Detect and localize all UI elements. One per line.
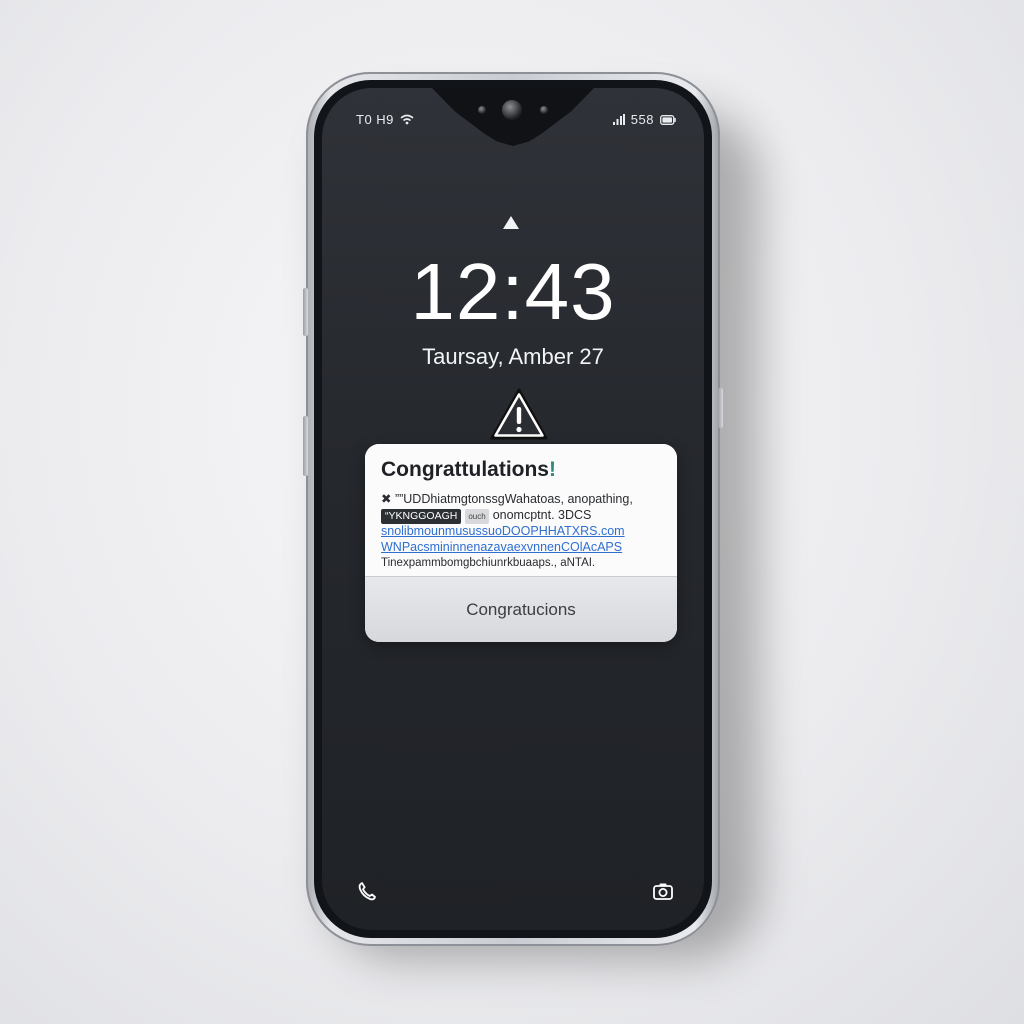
lock-icon	[503, 216, 519, 229]
sensor-right-icon	[540, 106, 548, 114]
notification-link-2[interactable]: WNPacsmininnenazavaexvnnenCOlAcAPS	[381, 540, 659, 555]
lock-screen: T0 H9 558 12:43 Taursay, Amber 27 Congra…	[322, 88, 704, 930]
notification-line-2: “YKNGGOAGH ouch onomcptnt. 3DCS	[381, 508, 659, 524]
power-button[interactable]	[718, 388, 723, 428]
notification-title: Congrattulations!	[381, 458, 556, 482]
signal-icon	[612, 114, 625, 125]
warning-triangle-icon	[490, 388, 548, 440]
notification-line-2-text: onomcptnt. 3DCS	[492, 508, 592, 522]
notification-title-exclamation: !	[549, 458, 556, 481]
status-left: T0 H9	[356, 112, 414, 127]
notification-action-button[interactable]: Congratucions	[365, 576, 677, 642]
notification-card[interactable]: Congrattulations! ✖ ””UDDhiatmgtonssgWah…	[365, 444, 677, 642]
volume-up-button[interactable]	[303, 288, 308, 336]
wifi-icon	[400, 114, 414, 125]
battery-icon	[660, 114, 676, 125]
camera-icon[interactable]	[652, 880, 674, 902]
notification-tag-small: ouch	[465, 509, 489, 524]
notification-link-1[interactable]: snolibmounmusussuoDOOPHHATXRS.com	[381, 524, 659, 539]
phone-bezel: T0 H9 558 12:43 Taursay, Amber 27 Congra…	[314, 80, 712, 938]
camera-notch	[432, 88, 594, 146]
notification-title-text: Congrattulations	[381, 458, 549, 481]
battery-level-text: 558	[630, 112, 654, 127]
notification-tag: “YKNGGOAGH	[381, 509, 462, 524]
notification-line-5: Tinexpammbomgbchiunrkbuaaps., aNTAI.	[381, 557, 596, 569]
lock-screen-time: 12:43	[410, 247, 616, 336]
lock-screen-date: Taursay, Amber 27	[422, 344, 604, 369]
notification-line-1: ✖ ””UDDhiatmgtonssgWahatoas, anopathing,	[381, 492, 633, 506]
phone-icon[interactable]	[356, 880, 378, 902]
status-right: 558	[612, 112, 676, 127]
front-camera-icon	[502, 100, 522, 120]
volume-down-button[interactable]	[303, 416, 308, 476]
sensor-left-icon	[478, 106, 486, 114]
phone-device: T0 H9 558 12:43 Taursay, Amber 27 Congra…	[303, 72, 723, 946]
notification-body[interactable]: Congrattulations! ✖ ””UDDhiatmgtonssgWah…	[365, 444, 677, 576]
carrier-time-text: T0 H9	[356, 112, 394, 127]
